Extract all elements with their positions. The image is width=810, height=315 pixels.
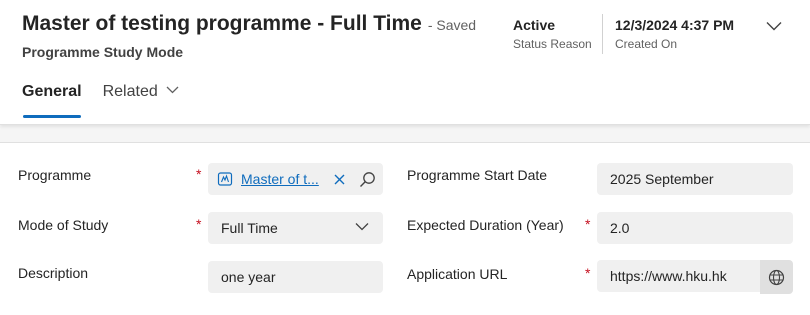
status-reason-value: Active	[513, 17, 556, 33]
mode-of-study-label: Mode of Study	[18, 217, 109, 233]
mode-of-study-required-marker: *	[196, 216, 202, 232]
globe-icon	[768, 269, 785, 285]
record-header: Master of testing programme - Full Time …	[0, 0, 810, 125]
record-title: Master of testing programme - Full Time	[22, 12, 422, 35]
tab-related-label: Related	[102, 83, 158, 100]
created-on-value: 12/3/2024 4:37 PM	[615, 17, 735, 33]
mode-of-study-value: Full Time	[221, 220, 278, 236]
programme-start-date-value: 2025 September	[610, 171, 714, 187]
created-on-label: Created On	[615, 37, 678, 51]
description-value: one year	[221, 269, 276, 285]
clear-programme-button[interactable]	[332, 172, 346, 186]
mode-of-study-select[interactable]: Full Time	[208, 212, 383, 244]
tab-general-label: General	[22, 83, 82, 100]
programme-start-date-label: Programme Start Date	[407, 167, 548, 183]
close-icon	[334, 174, 344, 184]
application-url-label: Application URL	[407, 266, 508, 282]
open-url-button[interactable]	[760, 260, 793, 294]
programme-label: Programme	[18, 167, 92, 183]
search-programme-button[interactable]	[358, 170, 376, 188]
status-reason-field: Active Status Reason	[513, 17, 592, 51]
tab-general[interactable]: General	[22, 80, 82, 118]
chevron-down-icon	[766, 22, 782, 31]
created-on-field: 12/3/2024 4:37 PM Created On	[615, 17, 734, 51]
application-url-required-marker: *	[585, 265, 591, 281]
application-url-input[interactable]: https://www.hku.hk	[597, 260, 761, 292]
expected-duration-label: Expected Duration (Year)	[407, 217, 564, 233]
tab-list: General Related	[22, 80, 200, 118]
expected-duration-required-marker: *	[585, 216, 591, 232]
programme-required-marker: *	[196, 166, 202, 182]
general-form: Programme * Master of t... Mode of Study…	[0, 142, 810, 315]
programme-lookup[interactable]: Master of t...	[208, 163, 383, 195]
search-icon	[359, 171, 375, 187]
description-label: Description	[18, 265, 89, 281]
entity-icon	[217, 171, 233, 187]
expected-duration-value: 2.0	[610, 220, 630, 236]
programme-link[interactable]: Master of t...	[241, 171, 323, 187]
entity-name: Programme Study Mode	[22, 44, 184, 60]
expand-header-button[interactable]	[764, 14, 784, 38]
chevron-down-icon	[355, 223, 369, 231]
programme-start-date-input[interactable]: 2025 September	[597, 163, 793, 195]
application-url-value: https://www.hku.hk	[610, 268, 727, 284]
saved-status: - Saved	[427, 17, 477, 33]
tab-related[interactable]: Related	[103, 80, 179, 118]
header-divider	[602, 14, 603, 54]
chevron-down-icon	[166, 86, 179, 94]
status-reason-label: Status Reason	[513, 37, 592, 51]
expected-duration-input[interactable]: 2.0	[597, 212, 793, 244]
description-input[interactable]: one year	[208, 261, 383, 293]
title-row: Master of testing programme - Full Time …	[22, 12, 476, 36]
